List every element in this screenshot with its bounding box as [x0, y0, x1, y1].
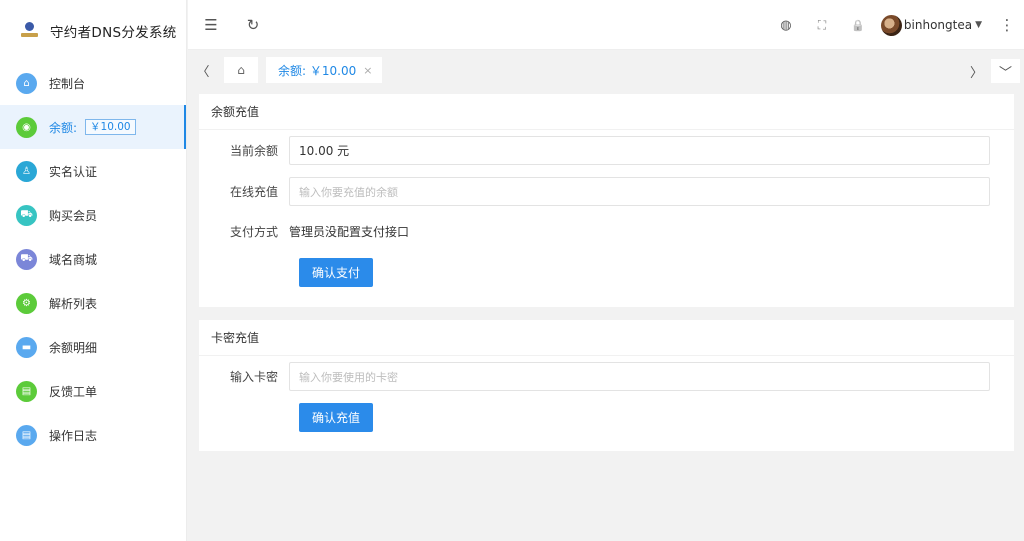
more-icon[interactable]: ⋮ — [996, 14, 1018, 36]
menu-toggle-icon[interactable]: ☰ — [200, 14, 222, 36]
sidebar-item-2[interactable]: ♙ 实名认证 — [0, 149, 186, 193]
balance-badge: ￥10.00 — [85, 119, 136, 135]
current-balance-row: 当前余额 10.00 元 — [199, 136, 1014, 165]
recharge-card: 余额充值 当前余额 10.00 元 在线充值 输入你要充值的余额 支付方式 管理… — [199, 94, 1014, 307]
fullscreen-icon[interactable]: ⛶ — [811, 14, 833, 36]
sidebar: 守约者DNS分发系统 ⌂ 控制台 ◉ 余额: ￥10.00 ♙ 实名认证 ⛟ 购买会员 ⛟ 域名商城… — [0, 0, 187, 541]
tab-prev-icon[interactable]: 〈 — [192, 59, 214, 81]
sidebar-item-7[interactable]: ▤ 反馈工单 — [0, 369, 186, 413]
sidebar-item-label: 控制台 — [49, 76, 86, 91]
card-title: 余额充值 — [199, 94, 1014, 130]
payment-method-row: 支付方式 管理员没配置支付接口 — [199, 220, 1014, 242]
sidebar-item-label: 余额明细 — [49, 340, 98, 355]
confirm-recharge-button[interactable]: 确认充值 — [299, 403, 373, 432]
user-icon: ♙ — [16, 160, 37, 182]
detail-icon: ▬ — [16, 336, 37, 358]
sidebar-item-5[interactable]: ⚙ 解析列表 — [0, 281, 186, 325]
sidebar-item-label: 实名认证 — [49, 164, 98, 179]
sidebar-menu: ⌂ 控制台 ◉ 余额: ￥10.00 ♙ 实名认证 ⛟ 购买会员 ⛟ 域名商城 ⚙ 解析列表 ▬ 余额明细 ▤… — [0, 61, 186, 457]
current-balance-field: 10.00 元 — [289, 136, 990, 165]
sidebar-item-4[interactable]: ⛟ 域名商城 — [0, 237, 186, 281]
list-icon: ⚙ — [16, 292, 37, 314]
home-tab[interactable]: ⌂ — [224, 57, 258, 83]
recharge-amount-input[interactable]: 输入你要充值的余额 — [289, 177, 990, 206]
home-icon: ⌂ — [16, 72, 37, 94]
username[interactable]: binhongtea — [904, 18, 972, 32]
sidebar-item-label: 余额: — [49, 120, 78, 135]
logo[interactable]: 守约者DNS分发系统 — [0, 0, 186, 61]
tab-menu-chevron-icon[interactable]: ﹀ — [991, 59, 1020, 83]
chevron-down-icon[interactable]: ▼ — [975, 20, 982, 30]
sidebar-item-3[interactable]: ⛟ 购买会员 — [0, 193, 186, 237]
app-title: 守约者DNS分发系统 — [50, 24, 177, 41]
field-label: 输入卡密 — [229, 370, 278, 384]
field-label: 当前余额 — [229, 144, 278, 158]
tab-label: 余额: ￥10.00 — [278, 63, 357, 78]
tab-bar: 〈 ⌂ 余额: ￥10.00 × 〉 ﹀ — [188, 50, 1024, 90]
field-label: 支付方式 — [229, 224, 278, 239]
home-icon: ⌂ — [237, 63, 245, 77]
refresh-icon[interactable]: ↻ — [242, 14, 264, 36]
confirm-pay-button[interactable]: 确认支付 — [299, 258, 373, 287]
sidebar-item-0[interactable]: ⌂ 控制台 — [0, 61, 186, 105]
sidebar-item-1[interactable]: ◉ 余额: ￥10.00 — [0, 105, 186, 149]
shop-icon: ⛟ — [16, 248, 37, 270]
tab-next-icon[interactable]: 〉 — [962, 59, 991, 83]
card-key-input[interactable]: 输入你要使用的卡密 — [289, 362, 990, 391]
logo-icon — [21, 22, 38, 39]
field-label: 在线充值 — [229, 185, 278, 199]
top-header: ☰ ↻ ◍ ⛶ 🔒 binhongtea ▼ ⋮ — [188, 0, 1024, 50]
sidebar-item-label: 购买会员 — [49, 208, 98, 223]
tab-balance[interactable]: 余额: ￥10.00 × — [266, 57, 383, 83]
card-key-row: 输入卡密 输入你要使用的卡密 — [199, 362, 1014, 391]
sidebar-item-label: 解析列表 — [49, 296, 98, 311]
sidebar-item-label: 操作日志 — [49, 428, 98, 443]
ticket-icon: ▤ — [16, 380, 37, 402]
sidebar-item-8[interactable]: ▤ 操作日志 — [0, 413, 186, 457]
sidebar-item-6[interactable]: ▬ 余额明细 — [0, 325, 186, 369]
lock-icon[interactable]: 🔒 — [847, 14, 869, 36]
log-icon: ▤ — [16, 424, 37, 446]
online-recharge-row: 在线充值 输入你要充值的余额 — [199, 177, 1014, 206]
avatar[interactable] — [880, 14, 902, 36]
cart-icon: ⛟ — [16, 204, 37, 226]
card-title: 卡密充值 — [199, 320, 1014, 356]
sidebar-item-label: 反馈工单 — [49, 384, 98, 399]
wallet-icon: ◉ — [16, 116, 37, 138]
payment-method-value: 管理员没配置支付接口 — [289, 224, 410, 239]
close-icon[interactable]: × — [363, 64, 372, 77]
card-key-card: 卡密充值 输入卡密 输入你要使用的卡密 确认充值 — [199, 320, 1014, 451]
sidebar-item-label: 域名商城 — [49, 252, 98, 267]
globe-icon[interactable]: ◍ — [775, 14, 797, 36]
